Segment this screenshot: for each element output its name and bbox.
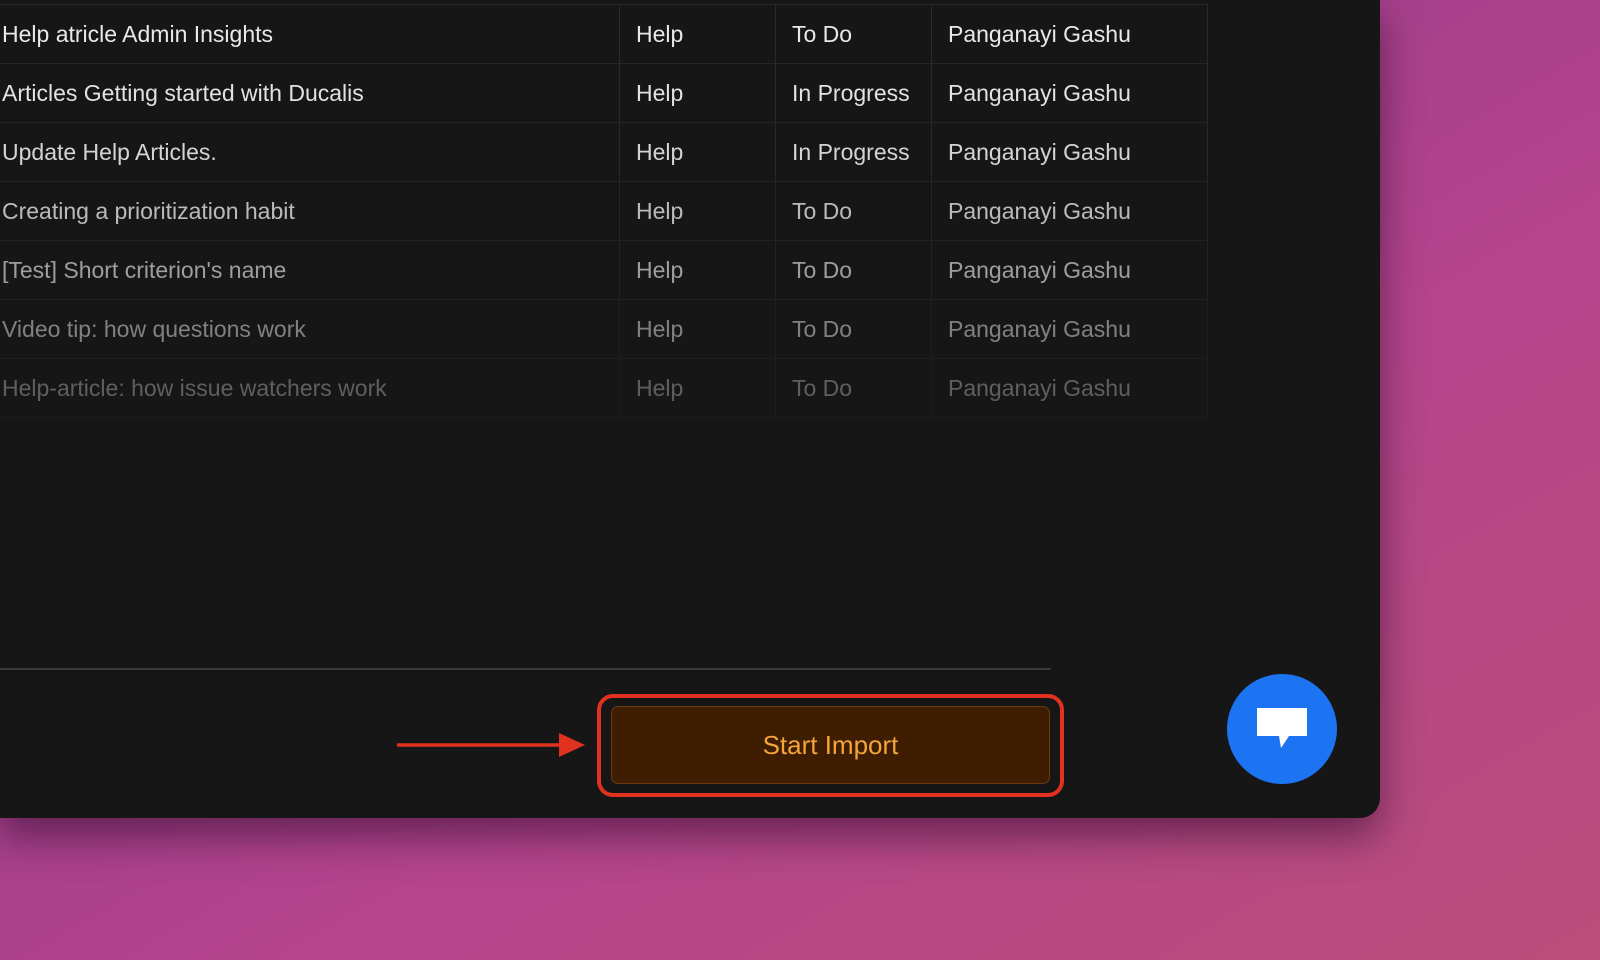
issue-owner-cell: Panganayi Gashu (932, 300, 1208, 358)
issue-type-cell: Help (620, 5, 776, 63)
issue-type-cell: Help (620, 300, 776, 358)
issue-status-cell: In Progress (776, 123, 932, 181)
chat-bubble-icon (1257, 708, 1307, 748)
table-row[interactable]: Help-article: how issue watchers work He… (0, 359, 1208, 418)
issue-status-cell: To Do (776, 182, 932, 240)
issue-owner-cell: Panganayi Gashu (932, 123, 1208, 181)
table-row[interactable]: Video tip: how questions work Help To Do… (0, 300, 1208, 359)
arrow-right-icon (397, 733, 585, 757)
issue-owner-cell: Panganayi Gashu (932, 241, 1208, 299)
import-preview-window: Help atricle Admin Insights Help To Do P… (0, 0, 1380, 818)
issue-type-cell: Help (620, 359, 776, 417)
table-row[interactable]: Articles Getting started with Ducalis He… (0, 64, 1208, 123)
chat-button[interactable] (1227, 674, 1337, 784)
footer-divider (0, 668, 1051, 670)
issue-title-cell: [Test] Short criterion's name (0, 241, 620, 299)
issue-title-cell: Update Help Articles. (0, 123, 620, 181)
issue-owner-cell: Panganayi Gashu (932, 5, 1208, 63)
table-row[interactable]: Update Help Articles. Help In Progress P… (0, 123, 1208, 182)
issue-title-cell: Help-article: how issue watchers work (0, 359, 620, 417)
issues-table: Help atricle Admin Insights Help To Do P… (0, 4, 1208, 418)
issue-status-cell: In Progress (776, 64, 932, 122)
issue-type-cell: Help (620, 182, 776, 240)
issue-title-cell: Help atricle Admin Insights (0, 5, 620, 63)
issue-type-cell: Help (620, 64, 776, 122)
issue-title-cell: Video tip: how questions work (0, 300, 620, 358)
issue-type-cell: Help (620, 123, 776, 181)
issue-title-cell: Creating a prioritization habit (0, 182, 620, 240)
issue-status-cell: To Do (776, 5, 932, 63)
issue-owner-cell: Panganayi Gashu (932, 359, 1208, 417)
issue-owner-cell: Panganayi Gashu (932, 182, 1208, 240)
issue-owner-cell: Panganayi Gashu (932, 64, 1208, 122)
issue-status-cell: To Do (776, 241, 932, 299)
issue-title-cell: Articles Getting started with Ducalis (0, 64, 620, 122)
start-import-button[interactable]: Start Import (611, 706, 1050, 784)
issue-status-cell: To Do (776, 300, 932, 358)
issue-status-cell: To Do (776, 359, 932, 417)
table-row[interactable]: Help atricle Admin Insights Help To Do P… (0, 5, 1208, 64)
table-row[interactable]: [Test] Short criterion's name Help To Do… (0, 241, 1208, 300)
table-row[interactable]: Creating a prioritization habit Help To … (0, 182, 1208, 241)
issue-type-cell: Help (620, 241, 776, 299)
